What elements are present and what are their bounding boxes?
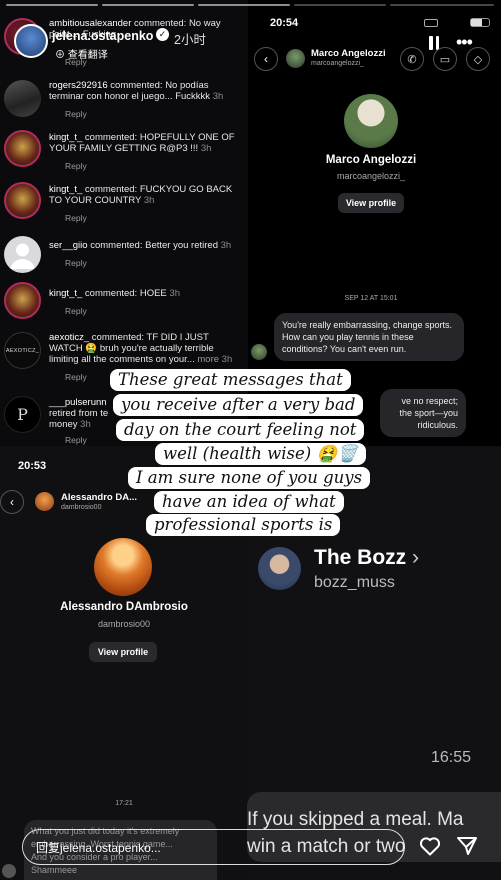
caption-line: These great messages that	[110, 369, 351, 391]
dm-handle: bozz_muss	[314, 574, 395, 591]
avatar[interactable]	[258, 547, 301, 590]
default-avatar-icon	[10, 243, 35, 269]
reply-link[interactable]: Reply	[65, 109, 87, 119]
dm-handle: dambrosio00	[61, 504, 102, 511]
status-time: 20:54	[270, 17, 299, 29]
avatar[interactable]	[4, 130, 41, 167]
comment-user[interactable]: kingt_t_	[49, 184, 82, 195]
back-button[interactable]: ‹	[0, 490, 24, 514]
view-profile-button[interactable]: View profile	[338, 193, 404, 213]
heart-icon[interactable]	[418, 834, 442, 858]
avatar[interactable]	[4, 236, 41, 273]
avatar[interactable]	[35, 492, 54, 511]
progress-segment	[6, 4, 98, 6]
message-time: 16:55	[431, 749, 472, 766]
reply-link[interactable]: Reply	[65, 372, 87, 382]
profile-handle: dambrosio00	[97, 619, 151, 629]
avatar[interactable]	[286, 49, 305, 68]
progress-segment	[294, 4, 386, 6]
reply-link[interactable]: Reply	[65, 258, 87, 268]
avatar[interactable]	[4, 182, 41, 219]
more-link[interactable]: more	[197, 354, 219, 365]
dm-handle: marcoangelozzi_	[311, 60, 364, 67]
caption-line: well (health wise) 🤮🗑️	[155, 443, 366, 465]
dm-name[interactable]: Marco Angelozzi	[311, 48, 386, 59]
signal-icon	[424, 19, 438, 27]
reply-link[interactable]: Reply	[65, 213, 87, 223]
video-icon[interactable]: ▭	[433, 47, 457, 71]
caption-line: professional sports is	[146, 514, 341, 536]
avatar	[2, 864, 16, 878]
comment-item: kingt_t_ commented: HOEE 3h Reply	[0, 280, 248, 332]
pause-icon[interactable]	[429, 36, 439, 50]
progress-segment	[198, 4, 290, 6]
phone-icon[interactable]: ✆	[400, 47, 424, 71]
comment-user[interactable]: kingt_t_	[49, 288, 82, 299]
profile-picture[interactable]	[344, 94, 398, 148]
reply-link[interactable]: Reply	[65, 306, 87, 316]
story-time: 2小时	[174, 33, 206, 47]
message-bubble[interactable]: ve no respect; the sport—you ridiculous.	[380, 389, 466, 437]
back-button[interactable]: ‹	[254, 47, 278, 71]
message-date: SEP 12 AT 15:01	[344, 295, 398, 302]
profile-handle: marcoangelozzi_	[336, 171, 406, 181]
progress-segment	[390, 4, 494, 6]
comment-user[interactable]: ___pulserunn	[49, 397, 107, 408]
reply-link[interactable]: Reply	[65, 161, 87, 171]
comment-item: ser__giio commented: Better you retired …	[0, 232, 248, 284]
dm-name[interactable]: Alessandro DA...	[61, 492, 137, 503]
caption-line: day on the court feeling not	[116, 419, 365, 441]
comment-user[interactable]: aexoticz_	[49, 332, 89, 343]
avatar[interactable]	[4, 282, 41, 319]
battery-icon	[470, 18, 490, 27]
comment-item: kingt_t_ commented: FUCKYOU GO BACK TO Y…	[0, 180, 248, 232]
progress-segment	[102, 4, 194, 6]
avatar	[251, 344, 267, 360]
profile-name: Marco Angelozzi	[325, 154, 417, 166]
comment-user[interactable]: ambitiousalexander	[49, 18, 131, 29]
comment-item: rogers292916 commented: No podías termin…	[0, 76, 248, 128]
profile-name: Alessandro DAmbrosio	[60, 601, 188, 613]
caption-line: I am sure none of you guys	[128, 467, 371, 489]
reply-link[interactable]: Reply	[65, 435, 87, 445]
tag-icon[interactable]: ◇	[466, 47, 490, 71]
avatar[interactable]: AEXOTICZ_	[4, 332, 41, 369]
status-time: 20:53	[18, 460, 47, 472]
comment-item: kingt_t_ commented: HOPEFULLY ONE OF YOU…	[0, 128, 248, 180]
story-username[interactable]: jelena.ostapenko	[52, 29, 153, 43]
comment-user[interactable]: rogers292916	[49, 80, 108, 91]
message-date: 17:21	[115, 800, 133, 807]
story-avatar[interactable]	[14, 24, 48, 58]
chevron-right-icon: ›	[412, 546, 420, 569]
reply-input[interactable]: 回复jelena.ostapenko...	[22, 829, 405, 865]
profile-picture[interactable]	[94, 538, 152, 596]
caption-line: have an idea of what	[154, 491, 344, 513]
caption-line: you receive after a very bad	[113, 394, 364, 416]
verified-icon: ✓	[156, 28, 169, 41]
chevron-left-icon: ‹	[10, 495, 14, 509]
dm-name[interactable]: The Bozz	[314, 546, 406, 569]
chevron-left-icon: ‹	[264, 52, 268, 66]
view-profile-button[interactable]: View profile	[89, 642, 157, 662]
translate-button[interactable]: ⊕ 查看翻译	[55, 46, 108, 61]
send-icon[interactable]	[455, 834, 479, 858]
avatar[interactable]	[4, 80, 41, 117]
message-bubble[interactable]: You're really embarrassing, change sport…	[274, 313, 464, 361]
comment-user[interactable]: kingt_t_	[49, 132, 82, 143]
avatar[interactable]: P	[4, 396, 41, 433]
globe-icon: ⊕	[55, 50, 65, 61]
comment-user[interactable]: ser__giio	[49, 240, 88, 251]
